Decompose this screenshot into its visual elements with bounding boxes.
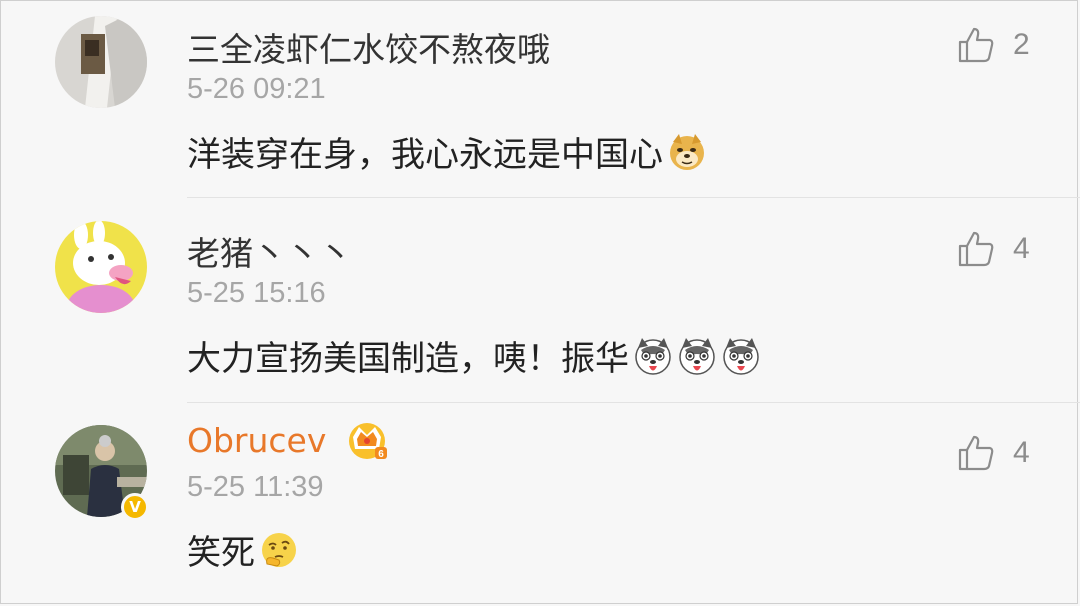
timestamp: 5-25 15:16 [187, 277, 326, 309]
comment-text-content: 大力宣扬美国制造，咦！振华 [187, 339, 629, 379]
thumbs-up-icon [958, 27, 994, 63]
avatar[interactable] [55, 16, 147, 108]
like-count: 4 [1013, 436, 1030, 469]
avatar[interactable] [55, 221, 147, 313]
like-button[interactable]: 2 [957, 23, 1037, 67]
husky-emoji [679, 337, 715, 375]
like-count: 4 [1013, 232, 1030, 265]
crown-icon[interactable]: 6 [345, 417, 389, 461]
comment-text: 笑死 [187, 525, 299, 574]
doge-emoji [670, 133, 704, 170]
username[interactable]: 老猪丶丶丶 [187, 227, 352, 275]
thumbs-up-icon [958, 231, 994, 267]
comment-text-content: 笑死 [187, 533, 255, 573]
svg-text:6: 6 [378, 449, 384, 460]
thumbs-up-icon [958, 435, 994, 471]
divider [187, 197, 1080, 198]
like-button[interactable]: 4 [957, 227, 1037, 271]
like-count: 2 [1013, 28, 1030, 61]
husky-emoji [723, 337, 759, 375]
comment-text: 大力宣扬美国制造，咦！振华 [187, 331, 761, 380]
timestamp: 5-26 09:21 [187, 73, 326, 105]
like-button[interactable]: 4 [957, 431, 1037, 475]
comment-list: 三全凌虾仁水饺不熬夜哦 5-26 09:21 洋装穿在身，我心永远是中国心 2 [0, 0, 1080, 604]
divider [187, 402, 1080, 403]
thinking-emoji [262, 532, 296, 567]
husky-emoji [635, 337, 671, 375]
comment-text-content: 洋装穿在身，我心永远是中国心 [187, 135, 663, 175]
timestamp: 5-25 11:39 [187, 471, 324, 503]
verified-badge-icon: V [121, 493, 149, 521]
username[interactable]: Obrucev [187, 421, 326, 460]
username[interactable]: 三全凌虾仁水饺不熬夜哦 [187, 23, 550, 71]
comment-text: 洋装穿在身，我心永远是中国心 [187, 127, 707, 176]
